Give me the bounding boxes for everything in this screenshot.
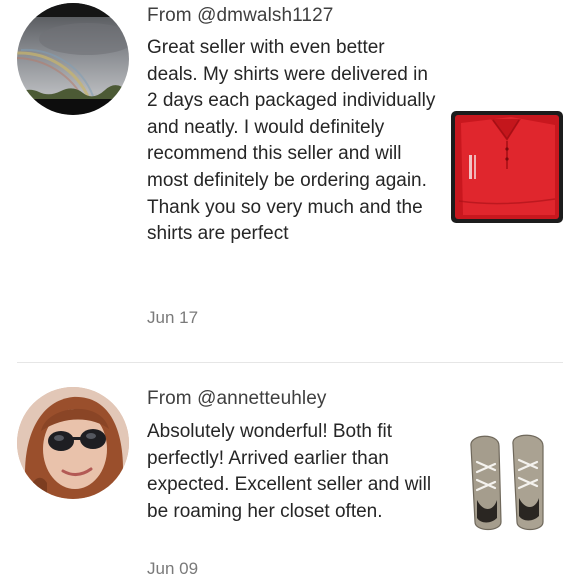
- gray-sneakers-photo-icon: [463, 426, 553, 536]
- purchased-item-photo[interactable]: [451, 111, 563, 223]
- reviewer-username[interactable]: From @dmwalsh1127: [147, 5, 333, 27]
- review-divider: [17, 362, 563, 363]
- reviewer-avatar[interactable]: [17, 3, 129, 115]
- reviewer-username[interactable]: From @annetteuhley: [147, 388, 327, 410]
- review-text: Great seller with even better deals. My …: [147, 37, 436, 245]
- review-date: Jun 17: [147, 308, 199, 327]
- review-date: Jun 09: [147, 559, 199, 578]
- review-item: From @dmwalsh1127 Great seller with even…: [0, 0, 580, 362]
- purchased-item-photo[interactable]: [463, 426, 553, 536]
- woman-sunglasses-photo-icon: [17, 387, 129, 499]
- rainbow-landscape-photo-icon: [17, 3, 129, 115]
- review-text: Absolutely wonderful! Both fit perfectly…: [147, 421, 432, 522]
- red-polo-shirt-photo-icon: [451, 111, 563, 223]
- review-item: From @annetteuhley Absolutely wonderful!…: [0, 365, 580, 580]
- reviewer-avatar[interactable]: [17, 387, 129, 499]
- review-feed: From @dmwalsh1127 Great seller with even…: [0, 0, 580, 580]
